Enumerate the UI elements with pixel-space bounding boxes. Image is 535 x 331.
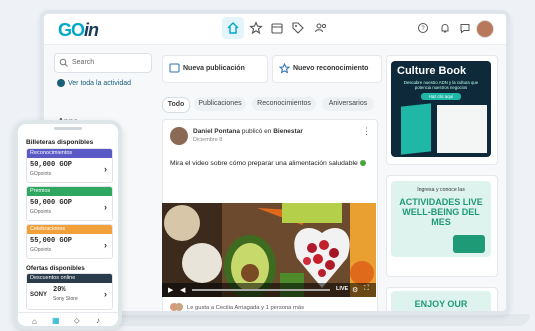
calendar-icon[interactable]: [270, 21, 284, 35]
tab-aniversarios[interactable]: Aniversarios: [322, 97, 374, 111]
wallet-unit: GOpoints: [30, 171, 52, 177]
search-input[interactable]: Search: [54, 53, 152, 73]
fullscreen-icon[interactable]: ⛶: [364, 285, 369, 293]
bell-icon[interactable]: ♪: [96, 316, 100, 325]
svg-text:?: ?: [421, 26, 425, 32]
people-icon[interactable]: [314, 21, 328, 35]
offers-title: Ofertas disponibles: [26, 265, 85, 272]
enjoy-title: ENJOY OUR: [414, 299, 468, 309]
wallet-card-prizes[interactable]: Premios 50,000 GOP GOpoints ›: [26, 186, 113, 221]
wallets-title: Billeteras disponibles: [26, 139, 94, 146]
chat-icon[interactable]: [458, 21, 472, 35]
more-options-icon[interactable]: ⋮: [362, 126, 371, 137]
tab-publicaciones[interactable]: Publicaciones: [194, 97, 246, 111]
new-post-button[interactable]: Nueva publicación: [162, 55, 268, 83]
author-avatar[interactable]: [170, 127, 188, 145]
wallet-unit: GOpoints: [30, 247, 52, 253]
home-icon[interactable]: [222, 17, 244, 39]
phone-bottom-nav: ⌂ ▦ ⬦ ♪: [18, 312, 118, 326]
bell-icon[interactable]: [438, 21, 452, 35]
green-circle-icon: [359, 160, 366, 167]
post-date: Diciembre 8: [193, 137, 223, 143]
tab-reconocimientos[interactable]: Reconocimientos: [252, 97, 316, 111]
video-progress-track[interactable]: [192, 289, 330, 291]
wallet-card-recognitions[interactable]: Reconocimientos 50,000 GOP GOpoints ›: [26, 148, 113, 183]
chevron-right-icon[interactable]: ›: [104, 289, 107, 299]
wallet-unit: GOpoints: [30, 209, 52, 215]
post-icon: [169, 63, 180, 73]
enjoy-banner[interactable]: ENJOY OUR: [391, 291, 491, 311]
tag-icon[interactable]: ⬦: [74, 316, 80, 326]
top-navbar: GOin ?: [44, 14, 506, 45]
tab-todo[interactable]: Todo: [162, 97, 190, 113]
offer-card-sony[interactable]: Descuentos online SONY 20% Sony Store ›: [26, 273, 113, 310]
play-icon[interactable]: ▶: [168, 286, 173, 294]
star-outline-icon: [279, 63, 290, 74]
calendar-icon[interactable]: ▦: [52, 316, 60, 325]
offer-store: Sony Store: [53, 296, 78, 302]
settings-icon[interactable]: ⚙: [352, 286, 358, 294]
chevron-right-icon[interactable]: ›: [104, 164, 107, 174]
wallet-value: 50,000 GOP: [30, 161, 73, 169]
live-badge: LIVE: [336, 286, 349, 292]
chevron-right-icon[interactable]: ›: [104, 202, 107, 212]
search-icon: [59, 58, 68, 67]
volume-icon[interactable]: ◀: [180, 286, 185, 294]
phone-speaker: [54, 127, 82, 130]
help-icon[interactable]: ?: [416, 21, 430, 35]
offer-discount: 20%: [53, 286, 66, 294]
star-icon[interactable]: [249, 21, 263, 35]
mobile-phone: Billeteras disponibles Reconocimientos 5…: [14, 120, 122, 330]
culture-book-cta-button[interactable]: Haz clic aquí: [421, 93, 461, 100]
tag-icon[interactable]: [291, 21, 305, 35]
post-group[interactable]: Bienestar: [273, 128, 303, 135]
home-icon[interactable]: ⌂: [32, 317, 37, 326]
wallet-name: Premios: [27, 187, 112, 196]
activities-banner[interactable]: Ingresa y conoce las ACTIVIDADES LIVE WE…: [391, 181, 491, 257]
wallet-card-celebrations[interactable]: Celebraciones 55,000 GOP GOpoints ›: [26, 224, 113, 259]
post-text: Mira el video sobre cómo preparar una al…: [170, 160, 370, 167]
reaction-avatars[interactable]: [170, 303, 183, 311]
culture-book-banner[interactable]: Culture Book Descubre nuestro ADN y la c…: [391, 61, 491, 157]
chevron-right-icon[interactable]: ›: [104, 240, 107, 250]
globe-icon: [57, 79, 65, 87]
likes-text[interactable]: Le gusta a Cecilia Arriagada y 1 persona…: [187, 305, 304, 311]
activities-title: ACTIVIDADES LIVE WELL-BEING DEL MES: [399, 197, 483, 227]
wallet-value: 50,000 GOP: [30, 199, 73, 207]
culture-book-title: Culture Book: [397, 65, 467, 77]
search-placeholder: Search: [72, 59, 95, 66]
post-header: Daniel Pontana publicó en Bienestar: [193, 128, 303, 135]
culture-book-subtitle: Descubre nuestro ADN y la cultura que po…: [403, 80, 479, 90]
video-controls: ▶ ◀ LIVE ⚙ ⛶: [162, 283, 376, 297]
wallet-name: Celebraciones: [27, 225, 112, 234]
new-recognition-button[interactable]: Nuevo reconocimiento: [272, 55, 382, 83]
sony-logo: SONY: [30, 292, 48, 298]
activities-intro: Ingresa y conoce las: [417, 187, 465, 193]
book-pages-graphic: [437, 105, 487, 153]
goin-logo[interactable]: GOin: [58, 20, 99, 41]
offer-header: Descuentos online: [27, 274, 112, 283]
wallet-value: 55,000 GOP: [30, 237, 73, 245]
book-graphic: [401, 103, 431, 155]
user-avatar[interactable]: [476, 20, 494, 38]
activities-graphic: [453, 235, 485, 253]
wallet-name: Reconocimientos: [27, 149, 112, 158]
see-all-activity-link[interactable]: Ver toda la actividad: [57, 79, 148, 89]
post-author[interactable]: Daniel Pontana: [193, 128, 240, 135]
